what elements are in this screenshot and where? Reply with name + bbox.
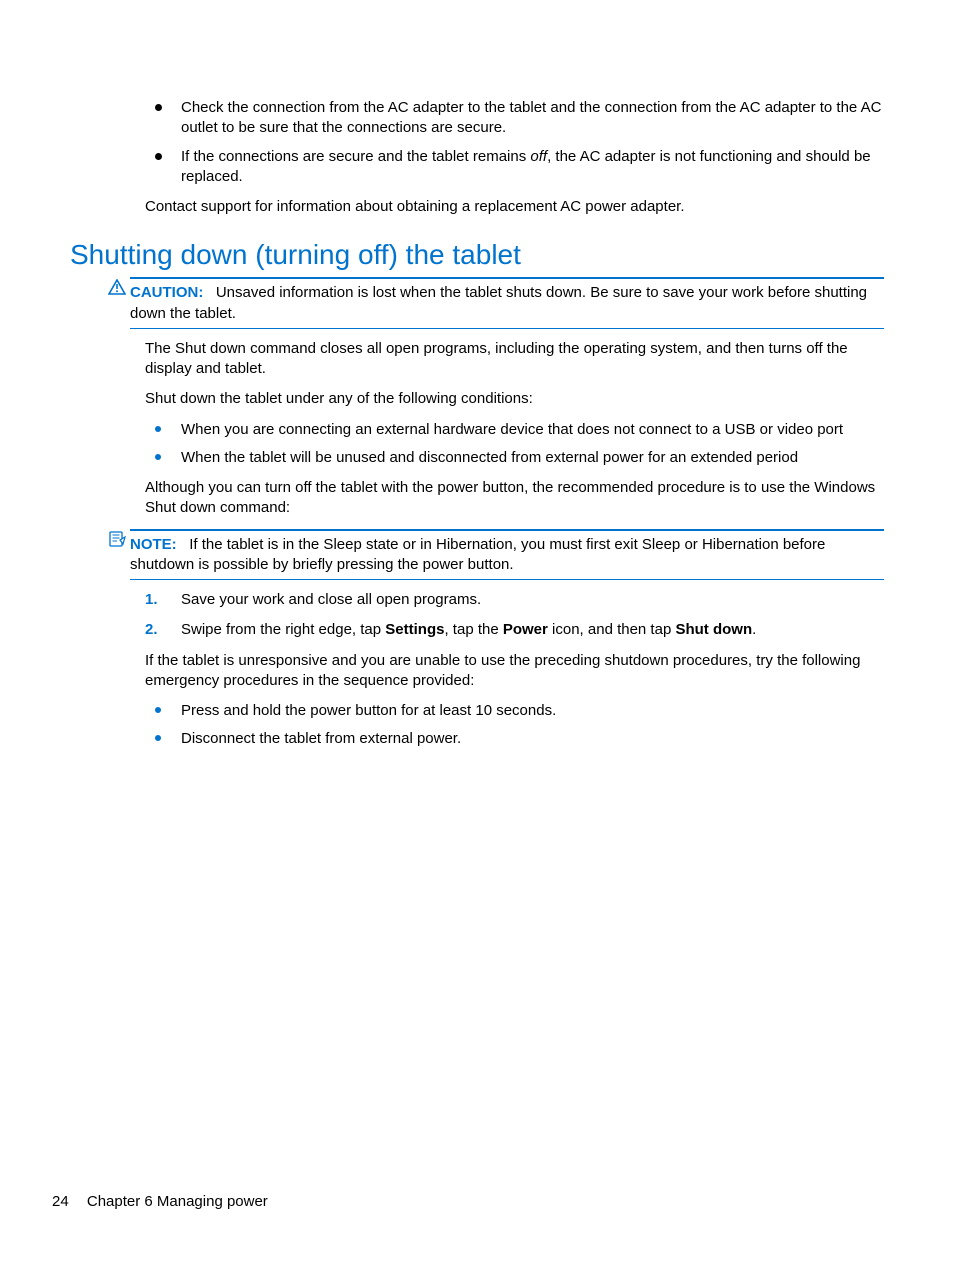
bold-text: Shut down [675,621,752,638]
bold-text: Power [503,621,548,638]
paragraph: The Shut down command closes all open pr… [145,339,884,380]
intro-bullet-list: Check the connection from the AC adapter… [145,98,884,187]
step-text: , tap the [444,621,502,638]
list-item: If the connections are secure and the ta… [145,147,884,188]
paragraph: Shut down the tablet under any of the fo… [145,389,884,409]
step-item: 2. Swipe from the right edge, tap Settin… [145,620,884,640]
list-item: Check the connection from the AC adapter… [145,98,884,139]
warning-icon [108,279,126,301]
step-text: . [752,621,756,638]
list-item: Disconnect the tablet from external powe… [145,729,884,749]
step-text: icon, and then tap [548,621,676,638]
paragraph: Although you can turn off the tablet wit… [145,478,884,519]
section-heading: Shutting down (turning off) the tablet [70,239,884,271]
document-page: Check the connection from the AC adapter… [0,0,954,1270]
note-label: NOTE: [130,536,177,553]
content-area: The Shut down command closes all open pr… [145,339,884,519]
step-item: 1. Save your work and close all open pro… [145,590,884,610]
list-item: When the tablet will be unused and disco… [145,448,884,468]
note-callout: NOTE: If the tablet is in the Sleep stat… [130,531,884,576]
chapter-label: Chapter 6 Managing power [87,1193,268,1210]
text: If the connections are secure and the ta… [181,148,530,165]
paragraph: If the tablet is unresponsive and you ar… [145,651,884,692]
note-text [181,536,189,553]
paragraph: Contact support for information about ob… [145,197,884,217]
list-item: When you are connecting an external hard… [145,420,884,440]
step-text: Save your work and close all open progra… [181,591,481,608]
note-icon [108,531,126,553]
step-number: 1. [145,590,158,610]
content-area: 1. Save your work and close all open pro… [145,590,884,750]
divider [130,328,884,329]
emergency-list: Press and hold the power button for at l… [145,701,884,750]
note-text: If the tablet is in the Sleep state or i… [130,536,825,573]
list-item: Press and hold the power button for at l… [145,701,884,721]
caution-text: Unsaved information is lost when the tab… [130,284,867,321]
step-number: 2. [145,620,158,640]
caution-label: CAUTION: [130,284,203,301]
step-text: Swipe from the right edge, tap [181,621,385,638]
divider [130,579,884,580]
emphasized-text: off [530,148,547,165]
page-number: 24 [52,1193,69,1210]
steps-list: 1. Save your work and close all open pro… [145,590,884,641]
caution-text [208,284,216,301]
conditions-list: When you are connecting an external hard… [145,420,884,469]
bold-text: Settings [385,621,444,638]
page-footer: 24 Chapter 6 Managing power [52,1193,268,1210]
caution-callout: CAUTION: Unsaved information is lost whe… [130,279,884,324]
content-area: Check the connection from the AC adapter… [145,98,884,217]
